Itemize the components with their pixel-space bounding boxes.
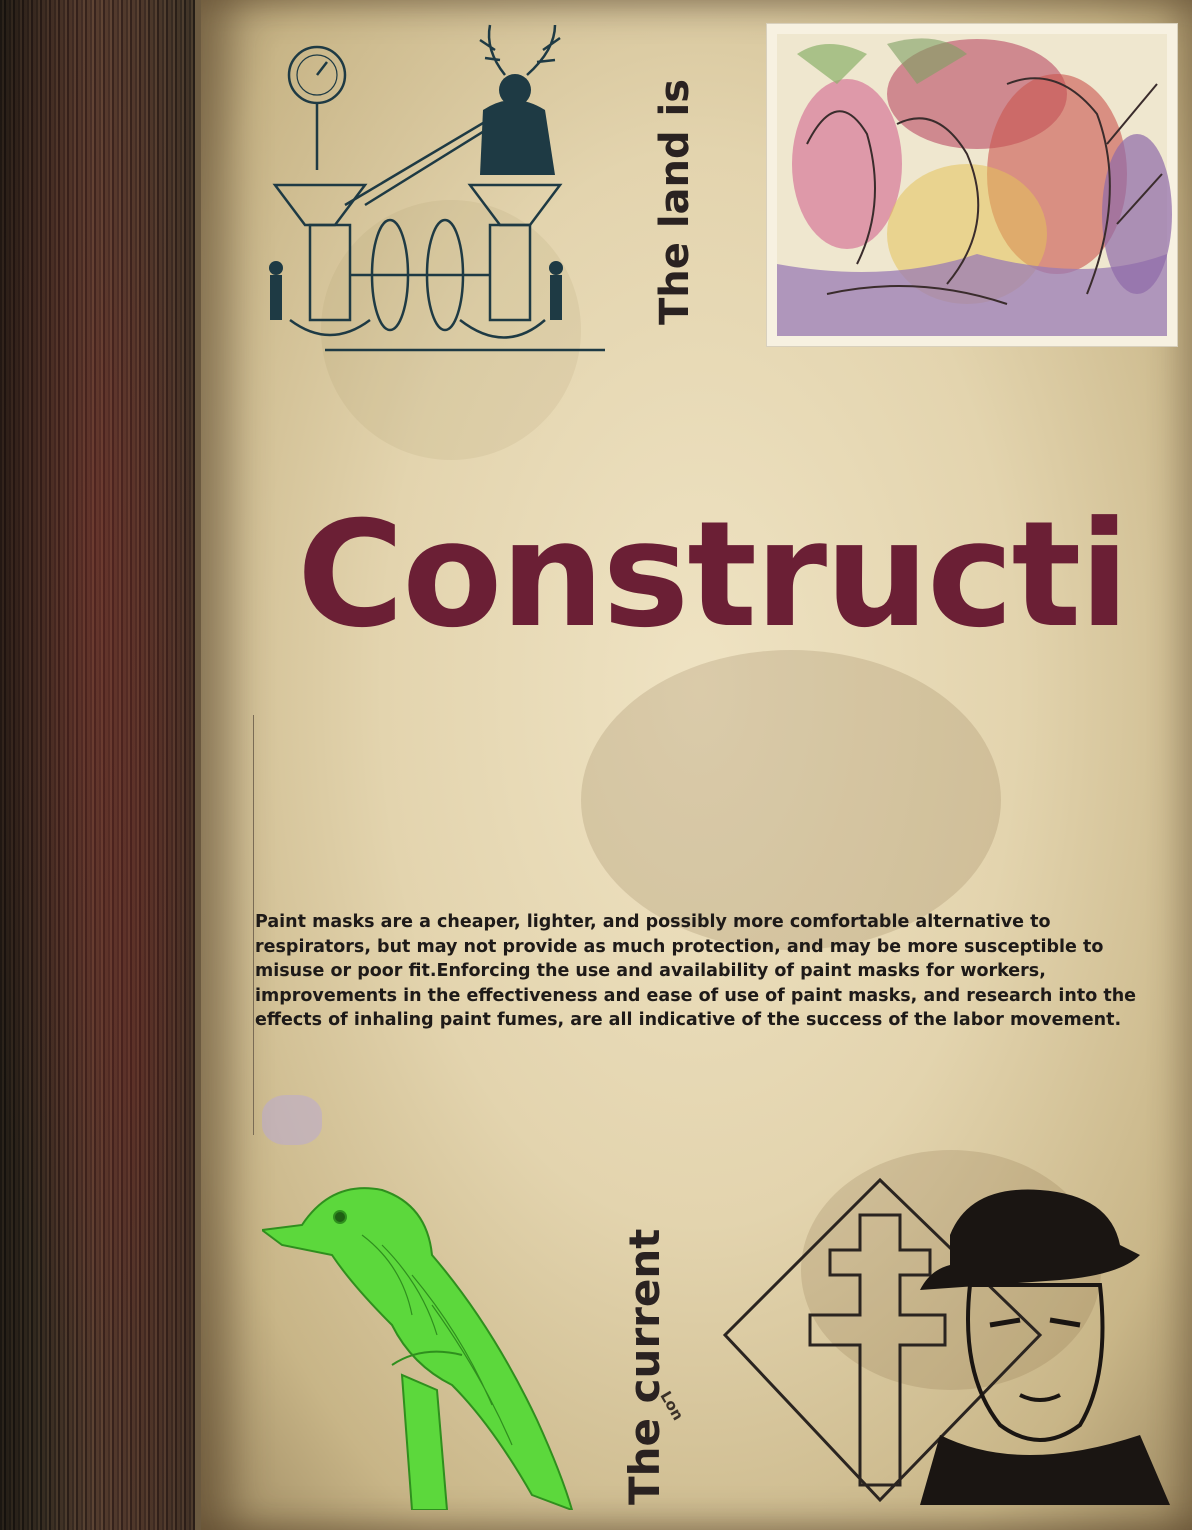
color-smudge: [262, 1095, 322, 1145]
body-paragraph: Paint masks are a cheaper, lighter, and …: [255, 912, 1137, 1030]
book: Constructi The land is Paint masks are a…: [0, 0, 1192, 1530]
vertical-heading-bottom: The current: [620, 1228, 669, 1505]
abstract-painting-image: [766, 23, 1178, 347]
cross-portrait-image: [722, 1177, 1170, 1505]
stain: [581, 650, 1001, 950]
engraving-machine-image: [269, 24, 605, 352]
green-bird-image: [262, 1187, 574, 1510]
vertical-heading-top: The land is: [652, 78, 698, 325]
page-title: Constructi: [297, 490, 1129, 660]
left-rule: [253, 715, 254, 1135]
